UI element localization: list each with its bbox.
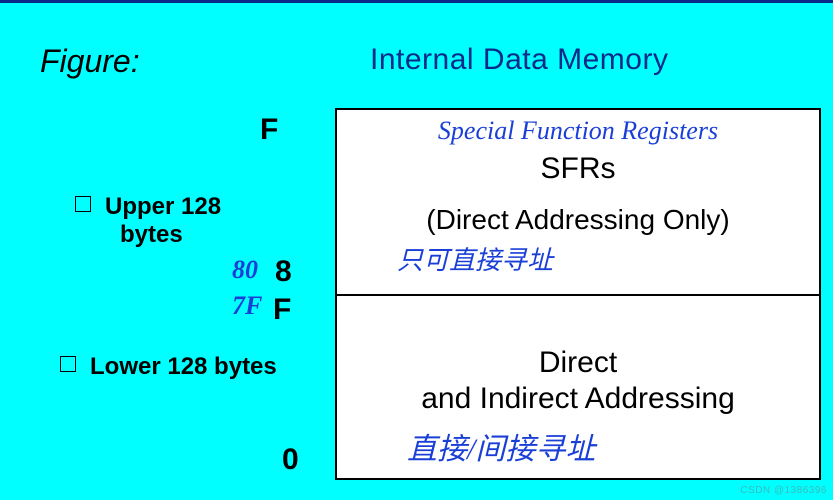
address-ff: F [260,113,278,147]
bullet-square-icon [75,196,91,212]
lower-128-label: Lower 128 bytes [60,353,277,381]
figure-label: Figure: [40,43,140,80]
upper-128-label: Upper 128 [75,193,221,221]
sfrs-label: SFRs [337,152,819,186]
watermark: CSDN @1386396 [740,485,827,496]
address-7f: F [273,293,291,327]
indirect-addressing-label: and Indirect Addressing [337,382,819,416]
upper-128-text: Upper 128 [105,193,221,220]
direct-only-handwritten-note: 只可直接寻址 [397,240,553,277]
address-00: 0 [282,443,299,477]
direct-addressing-only-label: (Direct Addressing Only) [337,204,819,236]
sfr-handwritten-note: Special Function Registers [337,116,819,146]
direct-label: Direct [337,346,819,380]
lower-128-text: Lower 128 bytes [90,353,277,380]
address-80: 8 [275,255,292,289]
memory-upper-region: Special Function Registers SFRs (Direct … [337,110,819,296]
diagram-title: Internal Data Memory [370,43,668,77]
bullet-square-icon [60,356,76,372]
memory-map-box: Special Function Registers SFRs (Direct … [335,108,821,480]
upper-128-sub: bytes [120,221,183,249]
direct-indirect-handwritten-note: 直接/间接寻址 [407,424,595,468]
address-7f-handwritten: 7F [232,291,262,321]
address-80-handwritten: 80 [232,255,258,285]
memory-lower-region: Direct and Indirect Addressing 直接/间接寻址 [337,296,819,480]
